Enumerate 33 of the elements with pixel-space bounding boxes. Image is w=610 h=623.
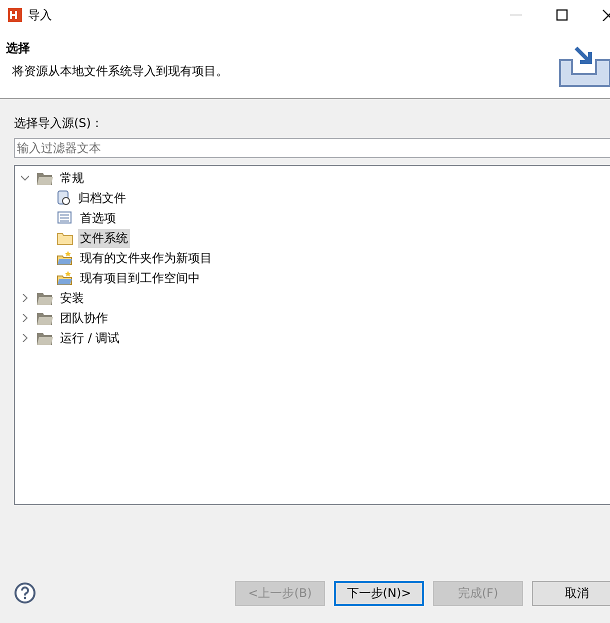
import-tray-icon [558,44,610,88]
tree-item[interactable]: 归档文件 [76,188,128,208]
archive-icon [57,190,71,206]
new-folder-icon [57,251,73,265]
folder-icon [37,312,53,324]
tree-item[interactable]: 现有项目到工作空间中 [78,268,202,288]
dialog-button[interactable]: 下一步(N)> [334,580,424,606]
page-description: 将资源从本地文件系统导入到现有项目。 [12,63,229,80]
folder-icon [37,172,53,184]
app-logo-icon [8,8,22,22]
new-folder-icon [57,271,73,285]
tree-item[interactable]: 现有的文件夹作为新项目 [78,248,214,268]
tree-item[interactable]: 团队协作 [58,308,110,328]
source-label: 选择导入源(S)： [14,115,104,132]
expand-chevron-icon[interactable] [21,334,29,342]
tree-item[interactable]: 首选项 [78,208,118,228]
page-title: 选择 [6,40,31,57]
folder-icon [37,332,53,344]
collapse-chevron-icon[interactable] [21,174,29,182]
expand-chevron-icon[interactable] [21,294,29,302]
tree-item[interactable]: 文件系统 [78,228,130,248]
help-icon[interactable] [14,582,36,604]
maximize-icon[interactable] [556,9,568,21]
window-title: 导入 [28,6,52,24]
tree-item[interactable]: 运行 / 调试 [58,328,122,348]
dialog-button[interactable]: 取消 [532,580,610,606]
filter-field[interactable]: 输入过滤器文本 [14,138,610,158]
folder-icon [37,292,53,304]
tree-item[interactable]: 安装 [58,288,86,308]
folder-icon [57,232,73,244]
list-icon [57,211,73,225]
expand-chevron-icon[interactable] [21,314,29,322]
tree-item[interactable]: 常规 [58,168,86,188]
